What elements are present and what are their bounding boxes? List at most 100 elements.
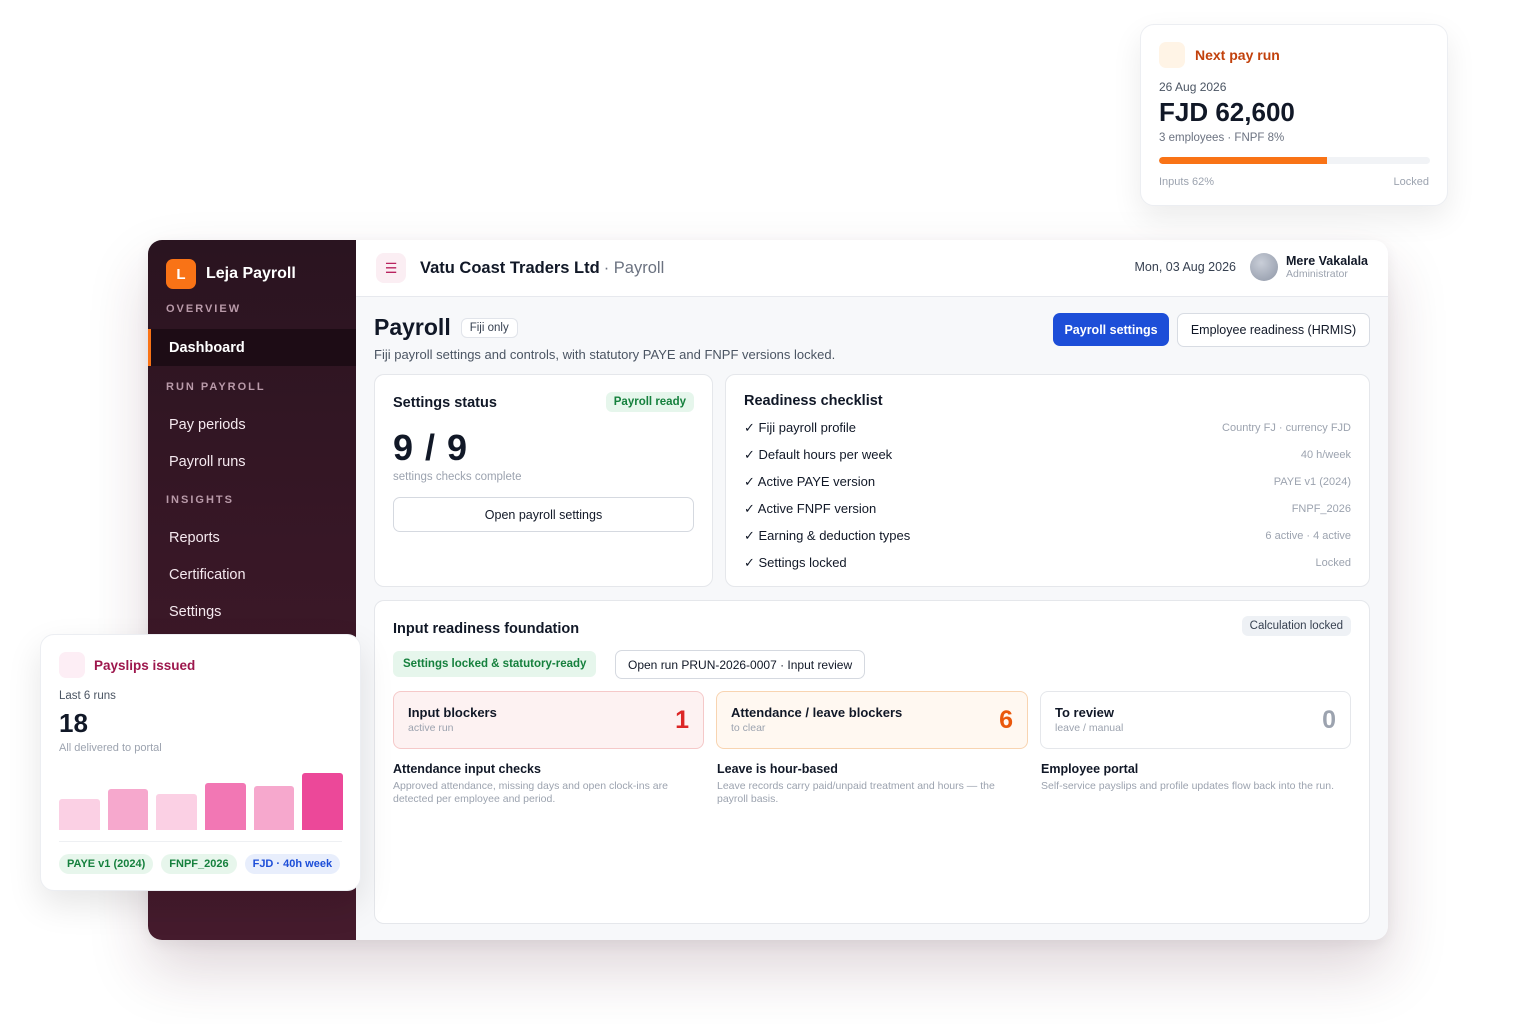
checklist-item: ✓ Settings locked Locked <box>744 555 1351 571</box>
checklist-label: ✓ Earning & deduction types <box>744 528 911 543</box>
open-run-button[interactable]: Open run PRUN-2026-0007 · Input review <box>615 650 866 679</box>
checklist-label: ✓ Active PAYE version <box>744 474 876 489</box>
pay-run-meta: 3 employees · FNPF 8% <box>1159 132 1285 144</box>
sidebar-item-pay-periods[interactable]: Pay periods <box>148 406 356 443</box>
payslips-count: 18 <box>59 708 88 738</box>
payslips-bar-chart <box>59 773 343 830</box>
blocker-count: 1 <box>675 705 689 734</box>
info-title: Attendance input checks <box>393 762 541 776</box>
payslips-caption: All delivered to portal <box>59 742 162 754</box>
settings-status-card: Settings status Payroll ready 9 / 9 sett… <box>374 374 713 587</box>
user-area: Mon, 03 Aug 2026 Mere Vakalala Administr… <box>1135 253 1368 281</box>
payslip-bar <box>302 773 343 830</box>
page-description: Fiji payroll settings and controls, with… <box>374 347 836 362</box>
info-title: Employee portal <box>1041 762 1139 776</box>
blocker-subtitle: leave / manual <box>1055 722 1124 734</box>
info-body: Self-service payslips and profile update… <box>1041 780 1334 792</box>
info-title: Leave is hour-based <box>717 762 838 776</box>
blocker-subtitle: to clear <box>731 722 766 734</box>
chip-currency-hours: FJD · 40h week <box>244 854 341 874</box>
checklist-item: ✓ Active PAYE version PAYE v1 (2024) <box>744 474 1351 490</box>
to-review-tile[interactable]: To review leave / manual 0 <box>1040 691 1351 749</box>
page-header: Payroll Fiji only <box>374 314 518 341</box>
info-body: Approved attendance, missing days and op… <box>393 780 668 805</box>
pay-run-progress-track <box>1159 157 1430 164</box>
payslip-bar <box>107 789 149 830</box>
avatar[interactable] <box>1249 253 1278 281</box>
checklist-item: ✓ Fiji payroll profile Country FJ · curr… <box>744 420 1351 436</box>
payslip-bar <box>205 783 246 830</box>
checklist-label: ✓ Fiji payroll profile <box>744 420 857 435</box>
input-readiness-card: Input readiness foundation Calculation l… <box>374 600 1370 924</box>
payroll-ready-badge: Payroll ready <box>605 392 694 412</box>
topbar: ☰ Vatu Coast Traders Ltd · Payroll Mon, … <box>356 240 1388 297</box>
open-payroll-settings-button[interactable]: Open payroll settings <box>393 497 694 532</box>
pay-run-status: Locked <box>1393 176 1429 188</box>
settings-count: 9 / 9 <box>393 427 469 468</box>
pay-run-progress-fill <box>1159 157 1328 164</box>
blocker-subtitle: active run <box>408 722 454 734</box>
sidebar-item-payroll-runs[interactable]: Payroll runs <box>148 443 356 480</box>
pay-run-amount: FJD 62,600 <box>1159 97 1295 127</box>
nav-section-overview: OVERVIEW <box>166 303 242 315</box>
brand[interactable]: L Leja Payroll <box>166 259 296 289</box>
checklist-item: ✓ Default hours per week 40 h/week <box>744 447 1351 463</box>
blocker-title: Attendance / leave blockers <box>731 705 903 720</box>
settings-caption: settings checks complete <box>393 471 522 483</box>
info-attendance: Attendance input checks Approved attenda… <box>393 762 693 806</box>
hamburger-icon[interactable]: ☰ <box>376 253 406 283</box>
info-leave: Leave is hour-based Leave records carry … <box>717 762 1017 806</box>
brand-name: Leja Payroll <box>206 265 296 282</box>
user-name: Mere Vakalala <box>1285 254 1368 268</box>
next-pay-run-title: Next pay run <box>1195 47 1280 63</box>
settings-status-title: Settings status <box>393 395 497 411</box>
statutory-ready-pill: Settings locked & statutory-ready <box>393 651 597 677</box>
pay-run-date: 26 Aug 2026 <box>1159 80 1227 94</box>
checklist-item: ✓ Earning & deduction types 6 active · 4… <box>744 528 1351 544</box>
info-portal: Employee portal Self-service payslips an… <box>1041 762 1341 793</box>
user-info[interactable]: Mere Vakalala Administrator <box>1286 254 1368 280</box>
checklist-value: FNPF_2026 <box>1291 503 1351 515</box>
next-pay-run-card: Next pay run 26 Aug 2026 FJD 62,600 3 em… <box>1140 24 1448 206</box>
blocker-count: 0 <box>1322 705 1336 734</box>
progress-label: Inputs 62% <box>1159 176 1215 188</box>
checklist-value: 40 h/week <box>1300 449 1351 461</box>
readiness-checklist-card: Readiness checklist ✓ Fiji payroll profi… <box>725 374 1370 587</box>
user-role: Administrator <box>1285 268 1348 280</box>
attendance-blockers-tile[interactable]: Attendance / leave blockers to clear 6 <box>716 691 1028 749</box>
payroll-settings-button[interactable]: Payroll settings <box>1053 313 1169 346</box>
brand-logo: L <box>166 259 196 289</box>
region-tag: Fiji only <box>460 317 518 338</box>
payslip-icon <box>59 652 85 678</box>
input-readiness-title: Input readiness foundation <box>393 621 580 637</box>
sidebar-item-dashboard[interactable]: Dashboard <box>148 329 356 366</box>
nav-section-run-payroll: RUN PAYROLL <box>166 381 266 393</box>
blocker-title: Input blockers <box>408 705 497 720</box>
calculation-locked-badge: Calculation locked <box>1241 616 1351 636</box>
info-body: Leave records carry paid/unpaid treatmen… <box>717 780 995 805</box>
checklist-item: ✓ Active FNPF version FNPF_2026 <box>744 501 1351 517</box>
checklist-title: Readiness checklist <box>744 393 883 409</box>
company-name: Vatu Coast Traders Ltd <box>420 258 600 277</box>
input-blockers-tile[interactable]: Input blockers active run 1 <box>393 691 704 749</box>
payslip-bar <box>59 799 100 830</box>
module-name: · Payroll <box>603 258 665 277</box>
blocker-count: 6 <box>999 705 1013 734</box>
sidebar-item-settings[interactable]: Settings <box>148 593 356 630</box>
employee-readiness-button[interactable]: Employee readiness (HRMIS) <box>1177 313 1370 347</box>
payslips-issued-card: Payslips issued Last 6 runs 18 All deliv… <box>40 634 361 891</box>
chip-paye: PAYE v1 (2024) <box>59 854 154 874</box>
blocker-title: To review <box>1055 705 1115 720</box>
divider <box>59 841 342 842</box>
checklist-label: ✓ Default hours per week <box>744 447 893 462</box>
nav-section-insights: INSIGHTS <box>166 494 234 506</box>
page-title: Payroll <box>374 314 451 340</box>
main-content: ☰ Vatu Coast Traders Ltd · Payroll Mon, … <box>356 240 1388 940</box>
sidebar-item-certification[interactable]: Certification <box>148 556 356 593</box>
payslip-bar <box>253 786 295 830</box>
payslips-period: Last 6 runs <box>59 690 116 702</box>
chip-fnpf: FNPF_2026 <box>161 854 237 874</box>
checklist-value: 6 active · 4 active <box>1265 530 1351 542</box>
sidebar-item-reports[interactable]: Reports <box>148 519 356 556</box>
checklist-value: Country FJ · currency FJD <box>1222 422 1351 434</box>
